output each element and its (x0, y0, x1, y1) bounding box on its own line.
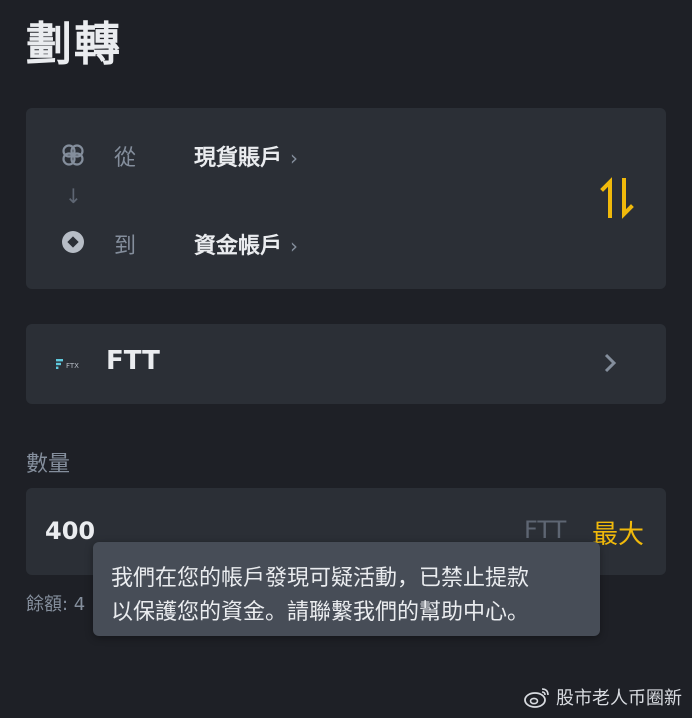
chevron-right-icon: › (290, 146, 299, 170)
watermark-text: 股市老人币圈新 (556, 688, 682, 709)
swap-vertical-icon[interactable] (598, 176, 638, 220)
toast-line-2: 以保護您的資金。請聯繫我們的幫助中心。 (111, 600, 530, 625)
page-title: 劃轉 (26, 17, 122, 71)
chevron-right-icon (604, 353, 617, 373)
amount-label: 數量 (26, 452, 71, 477)
spot-wallet-icon (62, 144, 84, 166)
max-button[interactable]: 最大 (592, 514, 644, 551)
to-label: 到 (114, 234, 137, 259)
toast-line-1: 我們在您的帳戶發現可疑活動，已禁止提款 (111, 566, 530, 591)
arrow-down-icon: ↓ (65, 184, 82, 208)
balance-text: 餘額: 4 (26, 594, 86, 615)
funding-wallet-icon (62, 231, 84, 253)
warning-toast: 我們在您的帳戶發現可疑活動，已禁止提款 以保護您的資金。請聯繫我們的幫助中心。 (93, 542, 600, 636)
weibo-icon (524, 688, 549, 708)
transfer-card: 從 現貨賬戶 › ↓ 到 資金帳戶 › (26, 108, 666, 289)
coin-name: FTT (106, 346, 160, 376)
from-account-name: 現貨賬戶 (194, 146, 283, 171)
from-account-selector[interactable]: 現貨賬戶 › (194, 140, 298, 172)
ftx-logo-text: FTX (66, 362, 79, 370)
coin-selector[interactable]: FTX FTT (26, 324, 666, 404)
watermark: 股市老人币圈新 (524, 684, 682, 710)
chevron-right-icon: › (290, 234, 299, 258)
unit-label: FTT (524, 516, 567, 544)
to-account-name: 資金帳戶 (194, 234, 283, 259)
ftx-logo: FTX (56, 359, 79, 370)
to-account-selector[interactable]: 資金帳戶 › (194, 228, 298, 260)
from-label: 從 (114, 146, 137, 171)
